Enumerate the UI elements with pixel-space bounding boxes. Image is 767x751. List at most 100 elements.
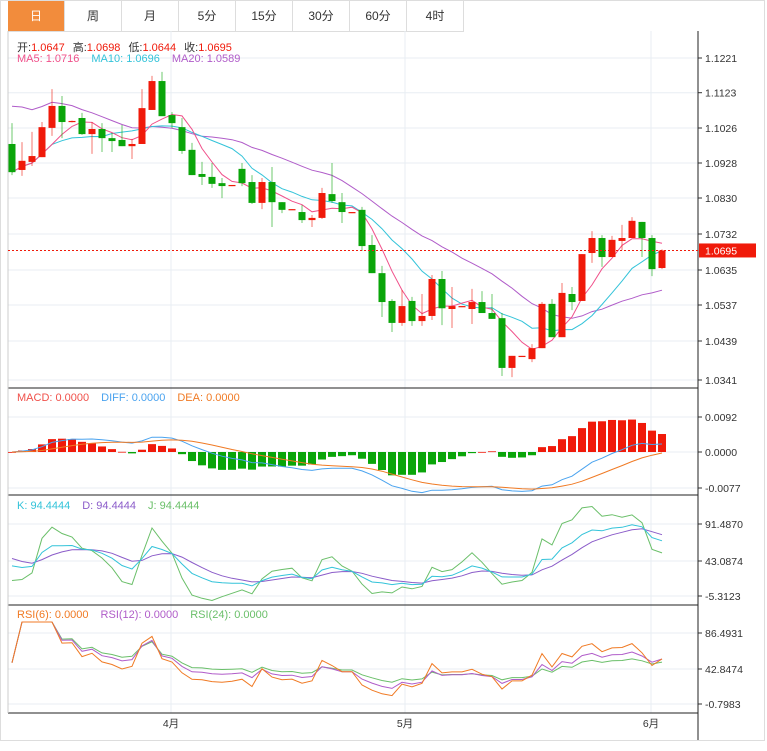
candle-body bbox=[358, 209, 366, 247]
axis-tick-label: 1.0537 bbox=[705, 300, 737, 312]
macd-bar bbox=[308, 452, 316, 465]
candle-body bbox=[518, 355, 526, 358]
candle-body bbox=[58, 105, 66, 123]
axis-tick-label: 0.0000 bbox=[705, 447, 737, 459]
month-label: 5月 bbox=[397, 718, 413, 730]
macd-bar bbox=[418, 452, 426, 473]
candle-body bbox=[78, 118, 86, 135]
macd-bar bbox=[498, 452, 506, 457]
candle-body bbox=[438, 279, 446, 309]
candle-body bbox=[148, 81, 156, 110]
candle-body bbox=[38, 127, 46, 158]
macd-bar bbox=[598, 421, 606, 452]
macd-bar bbox=[578, 428, 586, 452]
candle-body bbox=[8, 143, 16, 173]
kdj-legend-item: D: 94.4444 bbox=[82, 500, 137, 512]
macd-bar bbox=[378, 452, 386, 471]
macd-bar bbox=[148, 444, 156, 452]
candle-body bbox=[198, 173, 206, 177]
candle-body bbox=[348, 212, 356, 214]
macd-bar bbox=[558, 439, 566, 452]
macd-bar bbox=[608, 419, 616, 452]
rsi-legend: RSI(6): 0.0000 RSI(12): 0.0000 RSI(24): 0.… bbox=[17, 609, 280, 621]
month-label: 6月 bbox=[643, 718, 659, 730]
candle-body bbox=[28, 156, 36, 162]
candle-body bbox=[278, 202, 286, 210]
macd-bar bbox=[528, 452, 536, 456]
kdj-legend-item: J: 94.4444 bbox=[148, 500, 200, 512]
macd-bar bbox=[288, 452, 296, 466]
macd-bar bbox=[128, 452, 136, 454]
candle-body bbox=[408, 300, 416, 322]
candle-body bbox=[548, 303, 556, 338]
macd-bar bbox=[648, 430, 656, 452]
macd-bar bbox=[48, 439, 56, 452]
candle-body bbox=[648, 238, 656, 270]
macd-bar bbox=[538, 447, 546, 452]
candle-body bbox=[48, 105, 56, 128]
macd-bar bbox=[168, 448, 176, 452]
macd-bar bbox=[398, 452, 406, 475]
candle-body bbox=[618, 238, 626, 241]
macd-legend-item: DIFF: 0.0000 bbox=[101, 392, 166, 404]
macd-bar bbox=[178, 452, 186, 455]
ma-legend-item: MA20: 1.0589 bbox=[171, 53, 241, 65]
macd-bar bbox=[78, 441, 86, 452]
macd-bar bbox=[638, 422, 646, 452]
candle-body bbox=[138, 108, 146, 144]
macd-bar bbox=[348, 452, 356, 456]
candle-body bbox=[128, 143, 136, 147]
macd-bar bbox=[218, 452, 226, 470]
axis-tick-label: 1.0732 bbox=[705, 229, 737, 241]
axis-tick-label: 86.4931 bbox=[705, 628, 743, 640]
axis-tick-label: -0.0077 bbox=[705, 483, 741, 495]
axis-tick-label: 1.1026 bbox=[705, 123, 737, 135]
candle-body bbox=[478, 302, 486, 314]
candle-body bbox=[308, 217, 316, 221]
month-label: 4月 bbox=[163, 718, 179, 730]
rsi-legend-item: RSI(6): 0.0000 bbox=[17, 609, 89, 621]
candle-body bbox=[458, 306, 466, 308]
kdj-legend-item: K: 94.4444 bbox=[17, 500, 71, 512]
axis-tick-label: -0.7983 bbox=[705, 699, 741, 711]
macd-bar bbox=[628, 419, 636, 452]
macd-bar bbox=[548, 446, 556, 452]
macd-bar bbox=[118, 451, 126, 453]
macd-legend-item: MACD: 0.0000 bbox=[17, 392, 90, 404]
candle-body bbox=[118, 139, 126, 147]
axis-tick-label: -5.3123 bbox=[705, 591, 741, 603]
axis-tick-label: 1.1123 bbox=[705, 88, 736, 100]
rsi12-line bbox=[11, 621, 663, 689]
d-line bbox=[11, 528, 663, 584]
candle-body bbox=[578, 254, 586, 301]
candle-body bbox=[638, 221, 646, 239]
axis-tick-label: 91.4870 bbox=[705, 519, 743, 531]
candle-body bbox=[488, 313, 496, 319]
macd-bar bbox=[478, 451, 486, 453]
macd-bar bbox=[618, 420, 626, 452]
candle-body bbox=[188, 149, 196, 176]
macd-bar bbox=[568, 436, 576, 452]
candle-body bbox=[368, 244, 376, 274]
candle-body bbox=[168, 115, 176, 124]
macd-legend-item: DEA: 0.0000 bbox=[177, 392, 240, 404]
kline-chart[interactable]: 1.1221 1.1123 1.1026 1.0928 1.0830 1.0732 1.06… bbox=[0, 0, 767, 751]
macd-bar bbox=[408, 452, 416, 475]
candle-body bbox=[238, 168, 246, 184]
axis-tick-label: 42.8474 bbox=[705, 664, 743, 676]
candle-body bbox=[628, 220, 636, 239]
macd-bar bbox=[588, 421, 596, 452]
axis-tick-label: 0.0092 bbox=[705, 412, 737, 424]
candle-body bbox=[318, 193, 326, 218]
macd-legend: MACD: 0.0000 DIFF: 0.0000 DEA: 0.0000 bbox=[17, 392, 252, 404]
candle-body bbox=[528, 348, 536, 360]
macd-bar bbox=[428, 452, 436, 465]
axis-tick-label: 1.0928 bbox=[705, 158, 737, 170]
axis-tick-label: 1.0635 bbox=[705, 265, 737, 277]
candle-body bbox=[288, 209, 296, 211]
current-price-value: 1.0695 bbox=[705, 245, 737, 257]
candle-body bbox=[568, 294, 576, 303]
macd-bar bbox=[158, 445, 166, 452]
axis-tick-label: 43.0874 bbox=[705, 556, 743, 568]
macd-bar bbox=[298, 452, 306, 466]
